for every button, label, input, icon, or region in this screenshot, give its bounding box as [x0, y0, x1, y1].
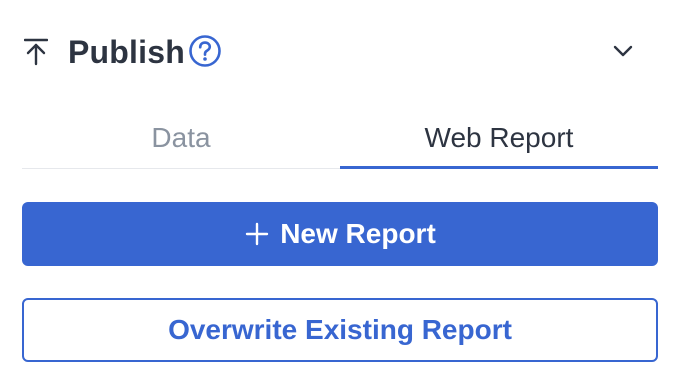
active-tab-indicator [340, 166, 658, 169]
new-report-label: New Report [280, 218, 436, 249]
plus-icon [244, 221, 270, 247]
tab-label: Data [151, 122, 211, 153]
tab-data[interactable]: Data [22, 110, 340, 169]
overwrite-report-label: Overwrite Existing Report [168, 314, 512, 345]
upload-arrow-icon [23, 38, 49, 66]
publish-tabs: Data Web Report [22, 110, 658, 169]
collapse-button[interactable] [606, 36, 640, 70]
new-report-button[interactable]: New Report [22, 202, 658, 266]
panel-title: Publish [68, 34, 185, 70]
question-circle-icon[interactable] [188, 34, 222, 68]
overwrite-existing-report-button[interactable]: Overwrite Existing Report [22, 298, 658, 362]
publish-panel-header: Publish [0, 0, 678, 100]
tab-web-report[interactable]: Web Report [340, 110, 658, 169]
tab-label: Web Report [424, 122, 574, 153]
chevron-down-icon [612, 44, 634, 63]
